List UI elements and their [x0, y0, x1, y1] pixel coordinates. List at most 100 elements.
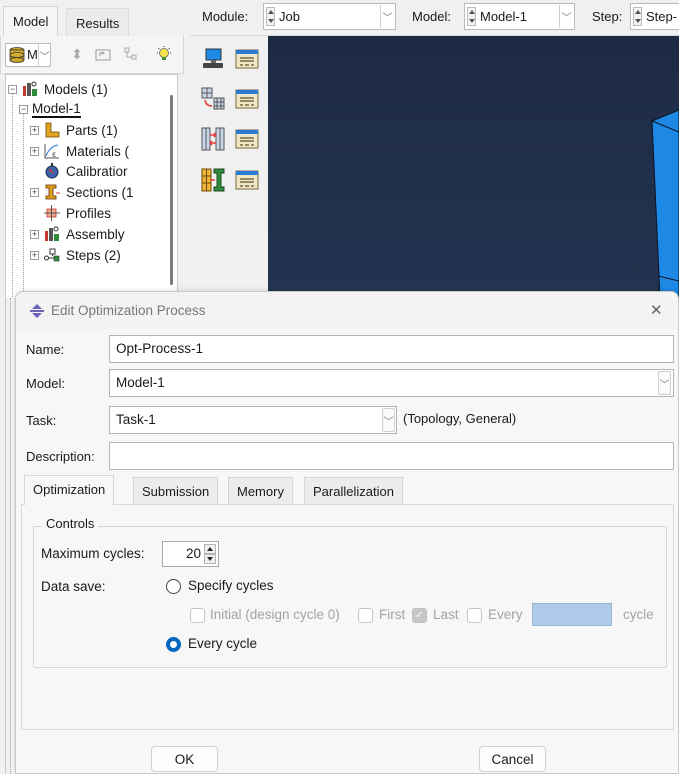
ok-button[interactable]: OK: [151, 746, 218, 772]
model-tree: − Models (1) − Model-1 + Parts (1) + ε M…: [5, 74, 178, 299]
assembly-icon: [43, 225, 61, 243]
tab-submission[interactable]: Submission: [133, 477, 219, 504]
task-type-info: (Topology, General): [403, 411, 517, 426]
cancel-button[interactable]: Cancel: [479, 746, 546, 772]
optimization-process-icon: [29, 303, 45, 322]
model-tree-combo[interactable]: M ﹀: [5, 43, 51, 67]
tab-parallelization[interactable]: Parallelization: [304, 477, 403, 504]
model-label: Model:: [26, 376, 66, 391]
last-label: Last: [433, 607, 459, 622]
profiles-icon: [43, 204, 61, 222]
last-checkbox[interactable]: ✓: [412, 608, 427, 623]
every-label: Every: [488, 607, 523, 622]
graphics-viewport[interactable]: [268, 36, 679, 299]
chevron-down-icon[interactable]: ﹀: [380, 5, 394, 28]
spin-arrows-icon[interactable]: [266, 7, 275, 26]
tree-item-label: Assembly: [66, 226, 125, 242]
dialog-title-bar[interactable]: Edit Optimization Process ✕: [16, 292, 678, 330]
module-combo[interactable]: Job ﹀: [263, 3, 396, 30]
tree-item-label: Parts (1): [66, 122, 118, 138]
tree-item-label: Materials (: [66, 143, 130, 159]
tab-memory[interactable]: Memory: [228, 477, 293, 504]
tree-item-model-1[interactable]: − Model-1: [19, 99, 81, 119]
every-cycle-radio[interactable]: [166, 637, 181, 652]
steps-icon: [43, 246, 61, 264]
database-icon: [8, 46, 26, 67]
initial-checkbox[interactable]: [190, 608, 205, 623]
dialog-title: Edit Optimization Process: [51, 303, 206, 318]
tree-item-materials[interactable]: + ε Materials (: [30, 141, 129, 161]
coexec-manager-icon[interactable]: [234, 126, 260, 152]
calibration-icon: [43, 162, 61, 180]
tree-item-models[interactable]: − Models (1): [8, 79, 108, 99]
cycle-suffix-label: cycle: [623, 607, 654, 622]
tree-filter-icon[interactable]: [121, 44, 141, 64]
close-icon[interactable]: ✕: [650, 301, 663, 319]
tab-results[interactable]: Results: [66, 8, 130, 36]
chevron-down-icon[interactable]: ﹀: [382, 408, 395, 432]
adaptivity-manager-icon[interactable]: [234, 86, 260, 112]
specify-cycles-label: Specify cycles: [188, 578, 274, 593]
lightbulb-icon[interactable]: [154, 44, 174, 64]
model-select[interactable]: Model-1: [109, 369, 674, 397]
job-manager-icon[interactable]: [234, 46, 260, 72]
every-checkbox[interactable]: [467, 608, 482, 623]
optimization-create-icon[interactable]: [200, 167, 226, 193]
tree-item-sections[interactable]: + Sections (1: [30, 182, 134, 202]
description-label: Description:: [26, 449, 95, 464]
expand-icon[interactable]: +: [30, 125, 39, 135]
spin-arrows-icon[interactable]: [633, 7, 642, 26]
max-cycles-spinbox[interactable]: 20: [162, 541, 219, 567]
chevron-down-icon[interactable]: ﹀: [658, 371, 671, 395]
first-checkbox[interactable]: [358, 608, 373, 623]
tab-optimization[interactable]: Optimization: [24, 475, 115, 505]
every-n-cycles-input[interactable]: [532, 603, 612, 626]
tab-model[interactable]: Model: [3, 6, 59, 36]
every-cycle-label: Every cycle: [188, 636, 258, 651]
description-field[interactable]: [109, 442, 674, 470]
task-select[interactable]: Task-1: [109, 406, 397, 434]
model-select-value: Model-1: [116, 375, 165, 390]
tree-item-label: Model-1: [32, 100, 81, 118]
max-cycles-label: Maximum cycles:: [41, 546, 145, 561]
model-tree-toolbar: M ﹀ ⬍: [0, 36, 184, 74]
spin-down-icon[interactable]: [204, 554, 216, 564]
folder-up-icon[interactable]: [93, 44, 113, 64]
name-field[interactable]: Opt-Process-1: [109, 335, 674, 363]
specify-cycles-radio[interactable]: [166, 579, 181, 594]
tree-item-profiles[interactable]: Profiles: [43, 203, 111, 223]
tree-scrollbar[interactable]: [170, 95, 173, 285]
module-label: Module:: [202, 9, 249, 24]
coexec-create-icon[interactable]: [200, 126, 226, 152]
spin-arrows-icon[interactable]: [467, 7, 476, 26]
step-value: Step-: [646, 9, 678, 24]
spin-up-icon[interactable]: [204, 544, 216, 554]
controls-group-label: Controls: [42, 516, 99, 531]
tree-item-calibration[interactable]: Calibratior: [43, 161, 128, 181]
tree-item-assembly[interactable]: + Assembly: [30, 224, 125, 244]
tree-item-label: Models (1): [44, 81, 108, 97]
step-label: Step:: [592, 9, 623, 24]
chevron-down-icon[interactable]: ﹀: [38, 44, 50, 66]
optimization-manager-icon[interactable]: [234, 167, 260, 193]
job-create-icon[interactable]: [200, 46, 226, 72]
data-save-label: Data save:: [41, 579, 106, 594]
part-3d-view: [651, 109, 679, 299]
tree-item-label: Profiles: [66, 205, 112, 221]
expand-icon[interactable]: +: [30, 187, 39, 197]
collapse-icon[interactable]: −: [8, 84, 17, 94]
model-tree-combo-value: M: [27, 47, 38, 62]
step-combo[interactable]: Step-: [630, 3, 679, 30]
tree-item-steps[interactable]: + Steps (2): [30, 245, 121, 265]
model-combo[interactable]: Model-1 ﹀: [464, 3, 575, 30]
model-value: Model-1: [480, 9, 527, 24]
chevron-down-icon[interactable]: ﹀: [559, 5, 573, 28]
adaptivity-create-icon[interactable]: [200, 86, 226, 112]
collapse-icon[interactable]: −: [19, 104, 28, 114]
model-tree-continuation: [5, 298, 14, 774]
tree-item-parts[interactable]: + Parts (1): [30, 120, 118, 140]
expand-icon[interactable]: +: [30, 146, 39, 156]
up-down-icon[interactable]: ⬍: [67, 44, 87, 64]
expand-icon[interactable]: +: [30, 229, 39, 239]
expand-icon[interactable]: +: [30, 250, 39, 260]
